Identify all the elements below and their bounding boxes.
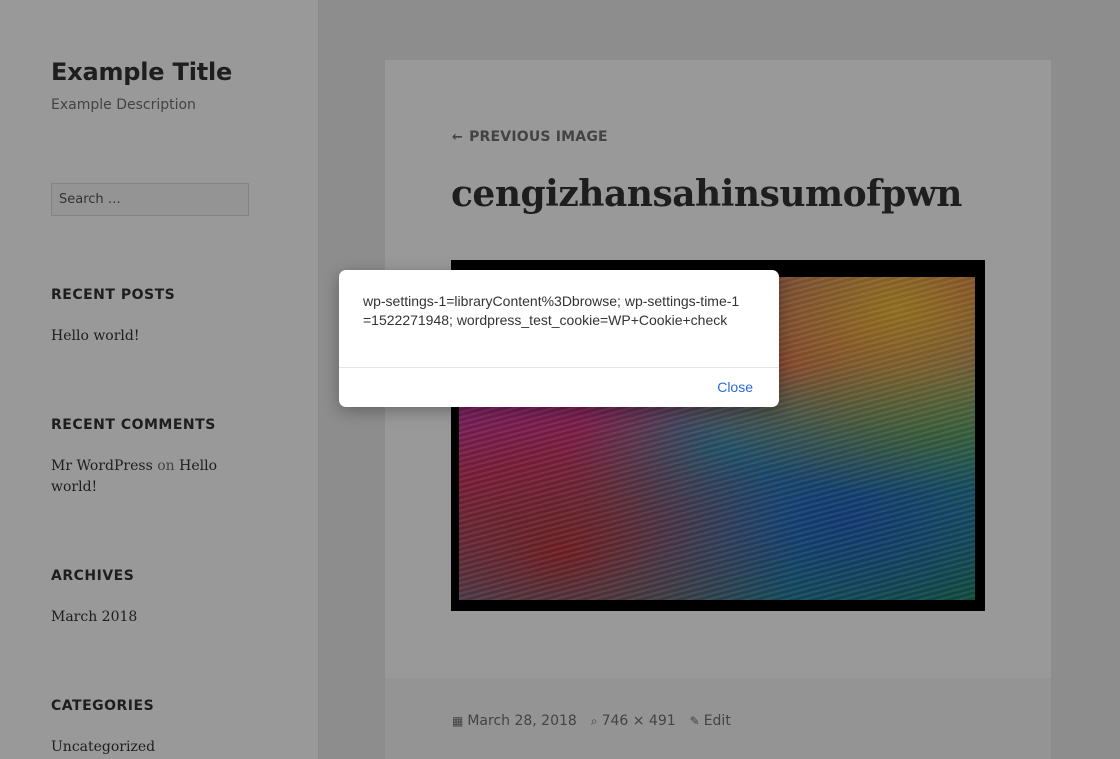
alert-dialog: wp-settings-1=libraryContent%3Dbrowse; w… [339, 270, 779, 407]
dialog-divider [339, 367, 779, 368]
close-button[interactable]: Close [717, 379, 753, 395]
alert-message: wp-settings-1=libraryContent%3Dbrowse; w… [363, 293, 740, 328]
